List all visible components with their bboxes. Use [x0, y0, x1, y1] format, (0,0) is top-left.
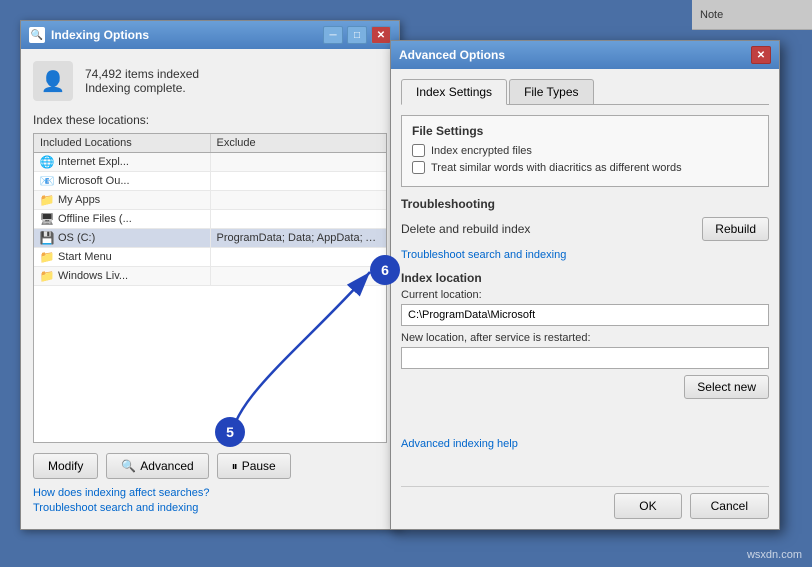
- diacritics-label: Treat similar words with diacritics as d…: [431, 162, 682, 174]
- advanced-dialog-content: Index Settings File Types File Settings …: [391, 69, 779, 529]
- td-location-1: 📧Microsoft Ou...: [34, 172, 211, 190]
- advanced-dialog-title: Advanced Options: [399, 48, 505, 62]
- troubleshoot-title: Troubleshooting: [401, 197, 769, 211]
- dialog-footer: OK Cancel: [401, 486, 769, 519]
- note-label: Note: [700, 9, 723, 21]
- select-new-button[interactable]: Select new: [684, 375, 769, 399]
- window-buttons: Modify 🔍 Advanced ⏸ Pause: [33, 453, 387, 479]
- index-location-section: Index location Current location: C:\Prog…: [401, 271, 769, 399]
- indexing-titlebar: 🔍 Indexing Options ─ □ ✕: [21, 21, 399, 49]
- table-row[interactable]: 📁Windows Liv...: [34, 267, 386, 286]
- indexing-window-title: Indexing Options: [51, 28, 149, 42]
- rebuild-row: Delete and rebuild index Rebuild: [401, 217, 769, 241]
- bottom-watermark: wsxdn.com: [747, 549, 802, 561]
- tabs: Index Settings File Types: [401, 79, 769, 105]
- td-location-4: 💾OS (C:): [34, 229, 211, 247]
- troubleshoot-section: Troubleshooting Delete and rebuild index…: [401, 197, 769, 261]
- ok-button[interactable]: OK: [614, 493, 681, 519]
- troubleshoot-link[interactable]: Troubleshoot search and indexing: [33, 502, 387, 514]
- table-row[interactable]: 💾OS (C:) ProgramData; Data; AppData; App…: [34, 229, 386, 248]
- file-settings-section: File Settings Index encrypted files Trea…: [401, 115, 769, 187]
- indexing-window-icon: 🔍: [29, 27, 45, 43]
- td-location-3: 🖥Offline Files (...: [34, 210, 211, 228]
- checkbox-row-1: Index encrypted files: [412, 144, 758, 157]
- index-complete: Indexing complete.: [85, 81, 387, 95]
- maximize-button[interactable]: □: [347, 26, 367, 44]
- td-location-0: 🌐Internet Expl...: [34, 153, 211, 171]
- modify-button[interactable]: Modify: [33, 453, 98, 479]
- td-location-2: 📁My Apps: [34, 191, 211, 209]
- td-exclude-0: [211, 160, 387, 164]
- td-exclude-2: [211, 198, 387, 202]
- encrypt-label: Index encrypted files: [431, 145, 532, 157]
- td-location-6: 📁Windows Liv...: [34, 267, 211, 285]
- file-settings-title: File Settings: [412, 124, 758, 138]
- annotation-6: 6: [370, 255, 400, 285]
- indexing-window-content: 👤 74,492 items indexed Indexing complete…: [21, 49, 399, 529]
- window-links: How does indexing affect searches? Troub…: [33, 487, 387, 517]
- advanced-icon: 🔍: [121, 459, 136, 473]
- locations-table: Included Locations Exclude 🌐Internet Exp…: [33, 133, 387, 443]
- minimize-button[interactable]: ─: [323, 26, 343, 44]
- td-location-5: 📁Start Menu: [34, 248, 211, 266]
- location-icon-6: 📁: [40, 269, 54, 283]
- current-location-label: Current location:: [401, 289, 769, 301]
- location-icon-2: 📁: [40, 193, 54, 207]
- new-location-row: Select new: [401, 347, 769, 399]
- close-button[interactable]: ✕: [371, 26, 391, 44]
- advanced-button[interactable]: 🔍 Advanced: [106, 453, 208, 479]
- cancel-button[interactable]: Cancel: [690, 493, 769, 519]
- index-info: 74,492 items indexed Indexing complete.: [85, 67, 387, 95]
- td-exclude-3: [211, 217, 387, 221]
- index-icon: 👤: [33, 61, 73, 101]
- index-location-title: Index location: [401, 271, 769, 285]
- tab-index-settings[interactable]: Index Settings: [401, 79, 507, 105]
- location-icon-0: 🌐: [40, 155, 54, 169]
- table-row[interactable]: 🌐Internet Expl...: [34, 153, 386, 172]
- location-icon-1: 📧: [40, 174, 54, 188]
- table-row[interactable]: 📁Start Menu: [34, 248, 386, 267]
- how-affect-link[interactable]: How does indexing affect searches?: [33, 487, 387, 499]
- encrypt-checkbox[interactable]: [412, 144, 425, 157]
- th-included: Included Locations: [34, 134, 211, 152]
- index-header: 👤 74,492 items indexed Indexing complete…: [33, 61, 387, 101]
- table-row[interactable]: 📧Microsoft Ou...: [34, 172, 386, 191]
- section-label: Index these locations:: [33, 113, 387, 127]
- advanced-help-link[interactable]: Advanced indexing help: [401, 438, 769, 450]
- th-exclude: Exclude: [211, 134, 387, 152]
- rebuild-label: Delete and rebuild index: [401, 222, 530, 236]
- items-count: 74,492 items indexed: [85, 67, 387, 81]
- td-exclude-6: [211, 274, 387, 278]
- checkbox-row-2: Treat similar words with diacritics as d…: [412, 161, 758, 174]
- advanced-dialog-titlebar: Advanced Options ✕: [391, 41, 779, 69]
- location-icon-3: 🖥: [40, 212, 54, 226]
- location-icon-5: 📁: [40, 250, 54, 264]
- pause-icon: ⏸: [232, 459, 238, 474]
- note-area: Note: [692, 0, 812, 30]
- titlebar-controls: ─ □ ✕: [323, 26, 391, 44]
- td-exclude-1: [211, 179, 387, 183]
- location-icon-4: 💾: [40, 231, 54, 245]
- new-location-label: New location, after service is restarted…: [401, 332, 769, 344]
- advanced-dialog-close[interactable]: ✕: [751, 46, 771, 64]
- troubleshoot-search-link[interactable]: Troubleshoot search and indexing: [401, 249, 566, 261]
- td-exclude-4: ProgramData; Data; AppData; AppData; ...: [211, 230, 387, 246]
- annotation-5: 5: [215, 417, 245, 447]
- rebuild-button[interactable]: Rebuild: [702, 217, 769, 241]
- current-location-display: C:\ProgramData\Microsoft: [401, 304, 769, 326]
- diacritics-checkbox[interactable]: [412, 161, 425, 174]
- new-location-input[interactable]: [401, 347, 769, 369]
- tab-file-types[interactable]: File Types: [509, 79, 593, 104]
- pause-button[interactable]: ⏸ Pause: [217, 453, 291, 479]
- td-exclude-5: [211, 255, 387, 259]
- table-header: Included Locations Exclude: [34, 134, 386, 153]
- table-row[interactable]: 🖥Offline Files (...: [34, 210, 386, 229]
- indexing-options-window: 🔍 Indexing Options ─ □ ✕ 👤 74,492 items …: [20, 20, 400, 530]
- advanced-options-dialog: Advanced Options ✕ Index Settings File T…: [390, 40, 780, 530]
- table-row[interactable]: 📁My Apps: [34, 191, 386, 210]
